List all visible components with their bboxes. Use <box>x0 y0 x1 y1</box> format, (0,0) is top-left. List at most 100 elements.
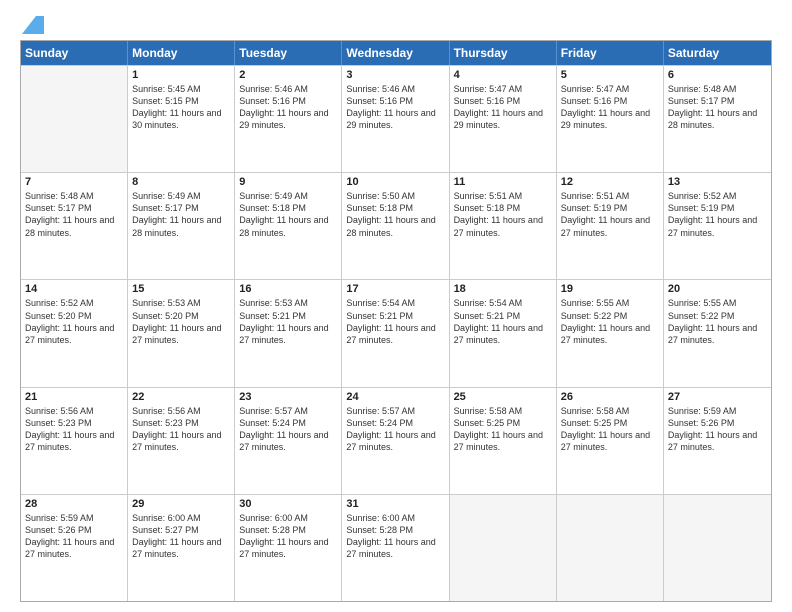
calendar-cell: 27 Sunrise: 5:59 AMSunset: 5:26 PMDayligh… <box>664 388 771 494</box>
calendar-cell <box>557 495 664 601</box>
calendar-row-0: 1 Sunrise: 5:45 AMSunset: 5:15 PMDaylight… <box>21 65 771 172</box>
cell-info: Sunrise: 5:48 AMSunset: 5:17 PMDaylight:… <box>668 83 767 132</box>
calendar-cell: 25 Sunrise: 5:58 AMSunset: 5:25 PMDayligh… <box>450 388 557 494</box>
calendar-cell: 30 Sunrise: 6:00 AMSunset: 5:28 PMDayligh… <box>235 495 342 601</box>
calendar-cell: 26 Sunrise: 5:58 AMSunset: 5:25 PMDayligh… <box>557 388 664 494</box>
cell-day-number: 21 <box>25 391 123 403</box>
header-day-saturday: Saturday <box>664 41 771 65</box>
cell-info: Sunrise: 5:48 AMSunset: 5:17 PMDaylight:… <box>25 190 123 239</box>
header-day-sunday: Sunday <box>21 41 128 65</box>
cell-info: Sunrise: 5:55 AMSunset: 5:22 PMDaylight:… <box>668 297 767 346</box>
cell-day-number: 6 <box>668 69 767 81</box>
calendar-row-1: 7 Sunrise: 5:48 AMSunset: 5:17 PMDaylight… <box>21 172 771 279</box>
cell-day-number: 16 <box>239 283 337 295</box>
cell-info: Sunrise: 5:51 AMSunset: 5:19 PMDaylight:… <box>561 190 659 239</box>
cell-info: Sunrise: 5:58 AMSunset: 5:25 PMDaylight:… <box>561 405 659 454</box>
calendar-cell: 5 Sunrise: 5:47 AMSunset: 5:16 PMDaylight… <box>557 66 664 172</box>
cell-day-number: 27 <box>668 391 767 403</box>
cell-info: Sunrise: 5:50 AMSunset: 5:18 PMDaylight:… <box>346 190 444 239</box>
cell-info: Sunrise: 5:47 AMSunset: 5:16 PMDaylight:… <box>454 83 552 132</box>
cell-day-number: 14 <box>25 283 123 295</box>
cell-info: Sunrise: 5:52 AMSunset: 5:20 PMDaylight:… <box>25 297 123 346</box>
calendar-cell: 4Sunrise: 5:47 AMSunset: 5:16 PMDaylight… <box>450 66 557 172</box>
calendar-cell: 18 Sunrise: 5:54 AMSunset: 5:21 PMDayligh… <box>450 280 557 386</box>
calendar-cell: 28Sunrise: 5:59 AMSunset: 5:26 PMDayligh… <box>21 495 128 601</box>
calendar-cell: 6 Sunrise: 5:48 AMSunset: 5:17 PMDaylight… <box>664 66 771 172</box>
calendar-cell: 7 Sunrise: 5:48 AMSunset: 5:17 PMDaylight… <box>21 173 128 279</box>
calendar-cell: 19 Sunrise: 5:55 AMSunset: 5:22 PMDayligh… <box>557 280 664 386</box>
header-day-friday: Friday <box>557 41 664 65</box>
header-day-thursday: Thursday <box>450 41 557 65</box>
header-day-wednesday: Wednesday <box>342 41 449 65</box>
cell-info: Sunrise: 5:54 AMSunset: 5:21 PMDaylight:… <box>346 297 444 346</box>
cell-info: Sunrise: 5:47 AMSunset: 5:16 PMDaylight:… <box>561 83 659 132</box>
cell-day-number: 1 <box>132 69 230 81</box>
cell-day-number: 9 <box>239 176 337 188</box>
cell-info: Sunrise: 6:00 AMSunset: 5:28 PMDaylight:… <box>346 512 444 561</box>
cell-day-number: 25 <box>454 391 552 403</box>
cell-day-number: 20 <box>668 283 767 295</box>
calendar-row-2: 14 Sunrise: 5:52 AMSunset: 5:20 PMDayligh… <box>21 279 771 386</box>
calendar-cell: 31 Sunrise: 6:00 AMSunset: 5:28 PMDayligh… <box>342 495 449 601</box>
calendar-cell: 11 Sunrise: 5:51 AMSunset: 5:18 PMDayligh… <box>450 173 557 279</box>
calendar-cell: 20 Sunrise: 5:55 AMSunset: 5:22 PMDayligh… <box>664 280 771 386</box>
cell-day-number: 30 <box>239 498 337 510</box>
cell-day-number: 26 <box>561 391 659 403</box>
cell-day-number: 13 <box>668 176 767 188</box>
cell-info: Sunrise: 5:51 AMSunset: 5:18 PMDaylight:… <box>454 190 552 239</box>
cell-info: Sunrise: 5:54 AMSunset: 5:21 PMDaylight:… <box>454 297 552 346</box>
calendar-cell: 24 Sunrise: 5:57 AMSunset: 5:24 PMDayligh… <box>342 388 449 494</box>
calendar-row-3: 21 Sunrise: 5:56 AMSunset: 5:23 PMDayligh… <box>21 387 771 494</box>
cell-info: Sunrise: 5:57 AMSunset: 5:24 PMDaylight:… <box>239 405 337 454</box>
calendar-cell: 14 Sunrise: 5:52 AMSunset: 5:20 PMDayligh… <box>21 280 128 386</box>
cell-info: Sunrise: 5:59 AMSunset: 5:26 PMDaylight:… <box>25 512 123 561</box>
cell-day-number: 24 <box>346 391 444 403</box>
cell-day-number: 29 <box>132 498 230 510</box>
calendar-cell <box>450 495 557 601</box>
cell-info: Sunrise: 5:55 AMSunset: 5:22 PMDaylight:… <box>561 297 659 346</box>
calendar-body: 1 Sunrise: 5:45 AMSunset: 5:15 PMDaylight… <box>21 65 771 601</box>
cell-day-number: 15 <box>132 283 230 295</box>
calendar-row-4: 28Sunrise: 5:59 AMSunset: 5:26 PMDayligh… <box>21 494 771 601</box>
calendar-cell: 3Sunrise: 5:46 AMSunset: 5:16 PMDaylight… <box>342 66 449 172</box>
cell-info: Sunrise: 6:00 AMSunset: 5:27 PMDaylight:… <box>132 512 230 561</box>
cell-info: Sunrise: 5:49 AMSunset: 5:17 PMDaylight:… <box>132 190 230 239</box>
cell-info: Sunrise: 5:49 AMSunset: 5:18 PMDaylight:… <box>239 190 337 239</box>
header-day-monday: Monday <box>128 41 235 65</box>
cell-info: Sunrise: 5:59 AMSunset: 5:26 PMDaylight:… <box>668 405 767 454</box>
cell-day-number: 22 <box>132 391 230 403</box>
calendar-cell: 2Sunrise: 5:46 AMSunset: 5:16 PMDaylight… <box>235 66 342 172</box>
calendar-cell: 21Sunrise: 5:56 AMSunset: 5:23 PMDayligh… <box>21 388 128 494</box>
cell-info: Sunrise: 6:00 AMSunset: 5:28 PMDaylight:… <box>239 512 337 561</box>
calendar-cell <box>21 66 128 172</box>
calendar-cell: 8 Sunrise: 5:49 AMSunset: 5:17 PMDaylight… <box>128 173 235 279</box>
cell-day-number: 3 <box>346 69 444 81</box>
cell-info: Sunrise: 5:53 AMSunset: 5:21 PMDaylight:… <box>239 297 337 346</box>
cell-day-number: 19 <box>561 283 659 295</box>
calendar-cell: 9 Sunrise: 5:49 AMSunset: 5:18 PMDaylight… <box>235 173 342 279</box>
calendar-cell: 1 Sunrise: 5:45 AMSunset: 5:15 PMDaylight… <box>128 66 235 172</box>
cell-info: Sunrise: 5:45 AMSunset: 5:15 PMDaylight:… <box>132 83 230 132</box>
calendar-cell: 16 Sunrise: 5:53 AMSunset: 5:21 PMDayligh… <box>235 280 342 386</box>
cell-day-number: 12 <box>561 176 659 188</box>
calendar-cell: 23Sunrise: 5:57 AMSunset: 5:24 PMDayligh… <box>235 388 342 494</box>
cell-day-number: 10 <box>346 176 444 188</box>
cell-day-number: 11 <box>454 176 552 188</box>
cell-day-number: 5 <box>561 69 659 81</box>
logo-icon <box>22 16 44 34</box>
calendar-cell: 22 Sunrise: 5:56 AMSunset: 5:23 PMDayligh… <box>128 388 235 494</box>
cell-day-number: 18 <box>454 283 552 295</box>
calendar-cell: 17Sunrise: 5:54 AMSunset: 5:21 PMDayligh… <box>342 280 449 386</box>
cell-info: Sunrise: 5:56 AMSunset: 5:23 PMDaylight:… <box>132 405 230 454</box>
calendar-cell <box>664 495 771 601</box>
cell-info: Sunrise: 5:46 AMSunset: 5:16 PMDaylight:… <box>239 83 337 132</box>
calendar-cell: 13Sunrise: 5:52 AMSunset: 5:19 PMDayligh… <box>664 173 771 279</box>
calendar-cell: 10 Sunrise: 5:50 AMSunset: 5:18 PMDayligh… <box>342 173 449 279</box>
cell-day-number: 31 <box>346 498 444 510</box>
cell-info: Sunrise: 5:58 AMSunset: 5:25 PMDaylight:… <box>454 405 552 454</box>
calendar-cell: 12 Sunrise: 5:51 AMSunset: 5:19 PMDayligh… <box>557 173 664 279</box>
cell-day-number: 7 <box>25 176 123 188</box>
cell-info: Sunrise: 5:57 AMSunset: 5:24 PMDaylight:… <box>346 405 444 454</box>
cell-info: Sunrise: 5:53 AMSunset: 5:20 PMDaylight:… <box>132 297 230 346</box>
cell-day-number: 8 <box>132 176 230 188</box>
